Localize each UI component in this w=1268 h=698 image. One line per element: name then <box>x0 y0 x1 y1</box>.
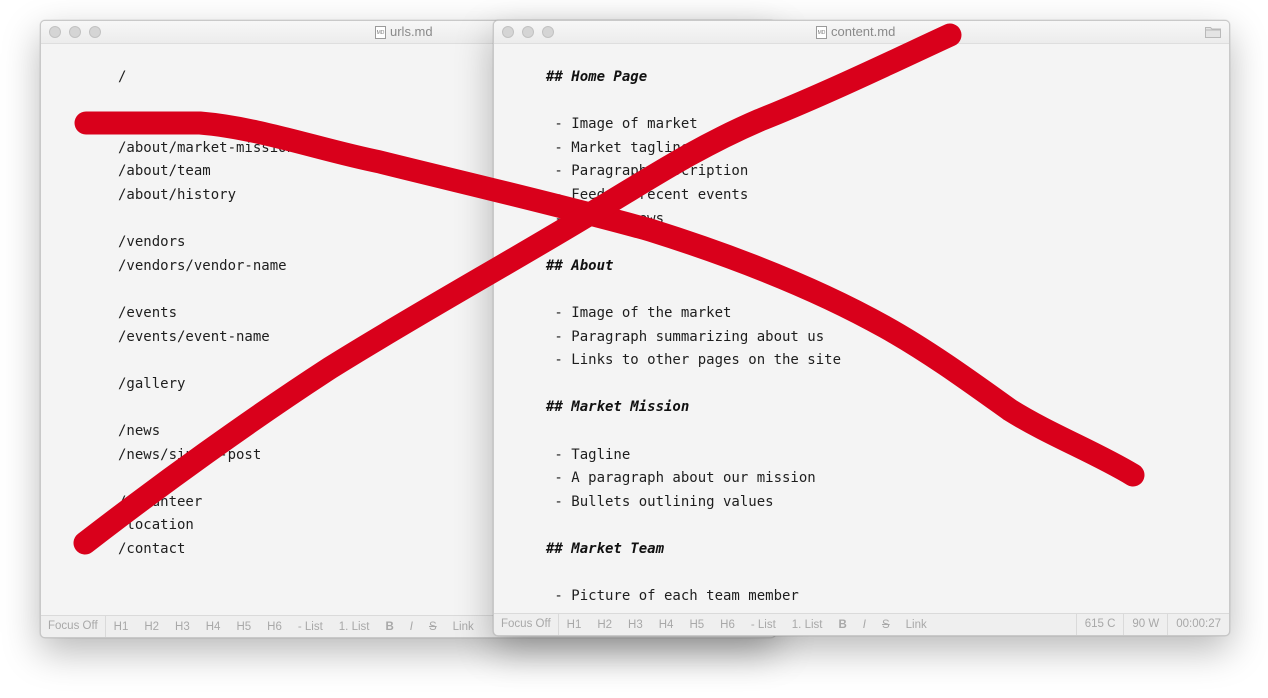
word-count: 90 W <box>1123 614 1167 635</box>
strikethrough-button[interactable]: S <box>874 619 898 631</box>
zoom-button[interactable] <box>542 26 554 38</box>
window-title-text: urls.md <box>390 24 433 39</box>
document-icon: MD <box>816 25 827 39</box>
window-title-text: content.md <box>831 24 896 39</box>
minimize-button[interactable] <box>69 26 81 38</box>
h6-button[interactable]: H6 <box>712 619 743 631</box>
h4-button[interactable]: H4 <box>198 621 229 633</box>
link-button[interactable]: Link <box>898 619 935 631</box>
text-editor[interactable]: ## Home Page - Image of market - Market … <box>546 66 1229 613</box>
h3-button[interactable]: H3 <box>167 621 198 633</box>
section-heading: ## Market Team <box>546 540 665 557</box>
section-heading: ## Home Page <box>546 69 648 85</box>
bullet-line: - Paragraph summarizing about us <box>546 328 825 345</box>
content-window: MD content.md ## Home Page - Image of ma… <box>493 20 1230 636</box>
bold-button[interactable]: B <box>377 621 401 633</box>
bullet-line: - Links to other pages on the site <box>546 352 842 369</box>
window-title: MD content.md <box>816 21 895 43</box>
h5-button[interactable]: H5 <box>681 619 712 631</box>
bullet-line: - Image of market <box>546 116 698 133</box>
timer: 00:00:27 <box>1167 614 1229 635</box>
bold-button[interactable]: B <box>830 619 854 631</box>
h1-button[interactable]: H1 <box>106 621 137 633</box>
numbered-list-button[interactable]: 1. List <box>331 621 378 633</box>
h6-button[interactable]: H6 <box>259 621 290 633</box>
list-button[interactable]: - List <box>743 619 784 631</box>
h3-button[interactable]: H3 <box>620 619 651 631</box>
titlebar: MD content.md <box>494 21 1229 44</box>
focus-toggle[interactable]: Focus Off <box>494 614 559 635</box>
document-icon: MD <box>375 25 386 39</box>
link-button[interactable]: Link <box>445 621 482 633</box>
italic-button[interactable]: I <box>855 619 874 631</box>
bullet-line: - Picture of each team member <box>546 588 799 605</box>
character-count: 615 C <box>1075 614 1124 635</box>
h2-button[interactable]: H2 <box>589 619 620 631</box>
h1-button[interactable]: H1 <box>559 619 590 631</box>
section-heading: ## Market Mission <box>546 399 690 416</box>
bullet-line: - Feed of recent events <box>546 186 749 203</box>
focus-toggle[interactable]: Focus Off <box>41 616 106 637</box>
h2-button[interactable]: H2 <box>136 621 167 633</box>
numbered-list-button[interactable]: 1. List <box>784 619 831 631</box>
bullet-line: - Recent news <box>546 210 665 227</box>
section-heading: ## About <box>546 257 614 274</box>
close-button[interactable] <box>502 26 514 38</box>
zoom-button[interactable] <box>89 26 101 38</box>
statusbar: Focus Off H1 H2 H3 H4 H5 H6 - List 1. Li… <box>494 613 1229 635</box>
bullet-line: - Market tagline <box>546 139 690 156</box>
bullet-line: - Tagline <box>546 446 631 463</box>
strikethrough-button[interactable]: S <box>421 621 445 633</box>
bullet-line: - Image of the market <box>546 304 732 321</box>
close-button[interactable] <box>49 26 61 38</box>
h4-button[interactable]: H4 <box>651 619 682 631</box>
bullet-line: - Bullets outlining values <box>546 493 774 510</box>
folder-icon[interactable] <box>1205 26 1221 38</box>
h5-button[interactable]: H5 <box>228 621 259 633</box>
window-title: MD urls.md <box>375 21 433 43</box>
list-button[interactable]: - List <box>290 621 331 633</box>
minimize-button[interactable] <box>522 26 534 38</box>
bullet-line: - A paragraph about our mission <box>546 470 816 487</box>
bullet-line: - Paragraph description <box>546 163 749 180</box>
italic-button[interactable]: I <box>402 621 421 633</box>
